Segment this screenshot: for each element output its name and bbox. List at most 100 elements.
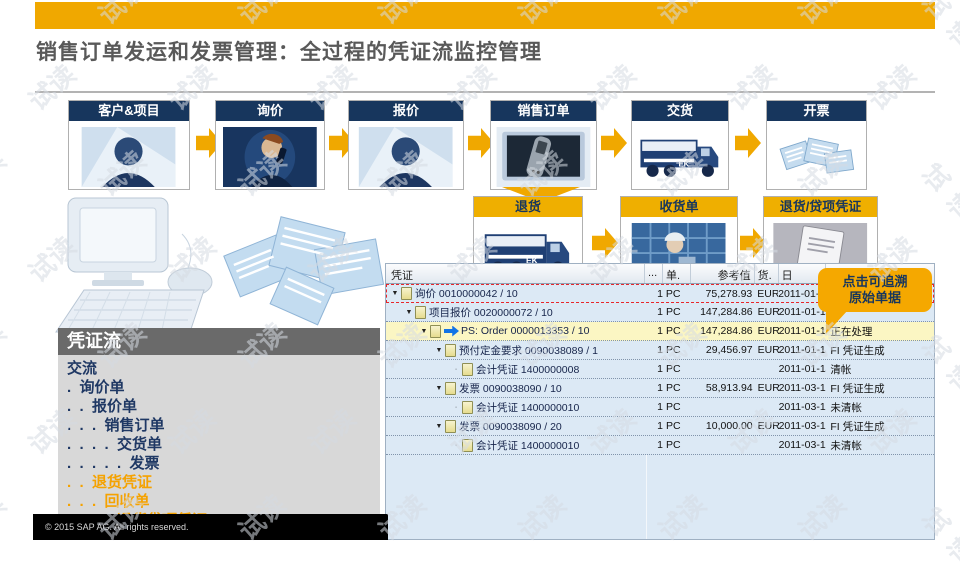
document-icon [445,420,456,433]
qty-cell: 1 [645,398,663,416]
flow-box-label: 客户&项目 [69,101,189,121]
ref-value-cell: 75,278.93 [691,285,755,302]
doc-label: 发票 0090038090 / 10 [459,381,562,396]
doc-flow-item: . . . . 交货单 [67,435,380,454]
table-row[interactable]: ▼发票 0090038090 / 10 1 PC 58,913.94 EUR 2… [386,379,934,398]
date-cell: 2011-03-17 [779,436,827,454]
customer-photo-image [74,127,183,187]
flow-box-label: 开票 [767,101,866,121]
leaf-bullet-icon: · [450,366,462,373]
document-icon [462,401,473,414]
unit-cell: PC [663,417,691,435]
flow-box-quotation: 报价 [348,100,464,190]
table-row[interactable]: ·会计凭证 1400000008 1 PC 2011-01-14 清帐 [386,360,934,379]
qty-cell: 1 [645,417,663,435]
doc-flow-panel-title: 凭证流 [58,328,380,355]
currency-cell: EUR [754,285,778,302]
column-header-dots: ... [645,264,663,283]
watermark-text: 试读 [914,155,960,227]
ref-value-cell: 10,000.00 [691,417,755,435]
table-row[interactable]: ▼ PS: Order 0000013353 / 10 1 PC 147,284.… [386,322,934,341]
column-header-ref: 参考值 [691,264,755,283]
flow-box-inquiry: 询价 [215,100,325,190]
date-cell: 2011-03-17 [779,398,827,416]
flow-box-billing: 开票 [766,100,867,190]
expand-icon[interactable]: ▼ [389,290,401,297]
expand-icon[interactable]: ▼ [433,347,445,354]
doc-label: PS: Order 0000013353 / 10 [461,325,589,337]
flow-box-label: 退货 [474,197,582,217]
expand-icon[interactable]: ▼ [418,328,430,335]
svg-text:EK: EK [678,159,689,168]
trace-callout-bubble: 点击可追溯 原始单据 [818,268,932,312]
status-cell: 未清帐 [826,436,934,454]
status-cell: 清帐 [826,360,934,378]
doc-flow-item: . . 报价单 [67,397,380,416]
document-icon [430,325,441,338]
inquiry-phone-image [221,127,319,187]
expand-icon[interactable]: ▼ [433,423,445,430]
document-icon [445,382,456,395]
accent-top-bar [35,2,935,29]
unit-cell: PC [663,398,691,416]
flow-arrow-right-icon [735,128,761,158]
watermark-text: 试读 [0,485,13,547]
unit-cell: PC [663,436,691,454]
flow-box-sales-order: 销售订单 [490,100,597,190]
watermark-text: 试读 [0,141,13,203]
flow-arrow-right-icon [592,228,618,258]
table-empty-area [386,455,934,539]
column-header-unit: 单. [663,264,691,283]
table-row[interactable]: ·会计凭证 1400000010 1 PC 2011-03-17 未清帐 [386,436,934,455]
column-header-doc: 凭证 [386,264,645,283]
ref-value-cell: 58,913.94 [691,379,755,397]
doc-label: 项目报价 0020000072 / 10 [429,305,553,320]
expand-icon[interactable]: ▼ [433,385,445,392]
leaf-bullet-icon: · [450,404,462,411]
date-cell: 2011-03-17 [779,379,827,397]
date-cell: 2011-01-14 [779,322,827,340]
unit-cell: PC [663,285,691,302]
table-row[interactable]: ▼发票 0090038090 / 20 1 PC 10,000.00 EUR 2… [386,417,934,436]
flow-box-label: 交货 [632,101,728,121]
table-row[interactable]: · 会计凭证 1400000010 1 PC 2011-03-17 未清帐 [386,398,934,417]
doc-label: 会计凭证 1400000010 [476,438,579,453]
status-cell: 未清帐 [826,398,934,416]
doc-flow-panel-body: 交流 . 询价单 . . 报价单 . . . 销售订单 . . . . 交货单 … [58,355,380,540]
document-icon [445,344,456,357]
document-icon [462,363,473,376]
delivery-truck-image: EK [637,127,723,187]
qty-cell: 1 [645,322,663,340]
copyright-text: © 2015 SAP AG. All rights reserved. [45,522,189,532]
doc-label: 发票 0090038090 / 20 [459,419,562,434]
currency-cell: EUR [755,303,779,321]
computer-illustration [38,196,238,336]
doc-flow-item: . . . 回收单 [67,492,380,511]
unit-cell: PC [663,322,691,340]
flow-box-customer-project: 客户&项目 [68,100,190,190]
ref-value-cell [691,398,755,416]
status-cell: FI 凭证生成 [826,379,934,397]
watermark-text: 试读 [0,313,13,375]
currency-cell: EUR [755,341,779,359]
ref-value-cell: 147,284.86 [691,322,755,340]
callout-line2: 原始单据 [849,290,901,306]
expand-icon[interactable]: ▼ [403,309,415,316]
ref-value-cell: 147,284.86 [691,303,755,321]
column-header-currency: 货. [755,264,779,283]
doc-label: 询价 0010000042 / 10 [415,286,518,301]
unit-cell: PC [663,303,691,321]
qty-cell: 1 [645,285,663,302]
document-icon [462,439,473,452]
doc-flow-item: . . . 销售订单 [67,416,380,435]
table-row[interactable]: ▼预付定金要求 0090038089 / 1 1 PC 29,456.97 EU… [386,341,934,360]
flow-box-label: 销售订单 [491,101,596,121]
qty-cell: 1 [645,303,663,321]
doc-label: 会计凭证 1400000010 [476,400,579,415]
qty-cell: 1 [645,379,663,397]
ref-value-cell [691,360,755,378]
doc-label: 预付定金要求 0090038089 / 1 [459,343,598,358]
flow-box-label: 退货/贷项凭证 [764,197,877,217]
doc-flow-item: . . 退货凭证 [67,473,380,492]
flow-box-label: 报价 [349,101,463,121]
